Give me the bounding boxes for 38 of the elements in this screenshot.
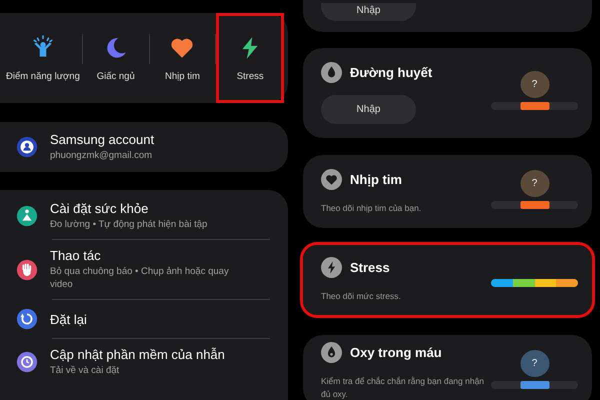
metric-title: Nhịp tim: [350, 172, 402, 187]
metric-card[interactable]: Oxy trong máu Kiểm tra để chắc chắn rằng bạn đang nhận đủ oxy. ?: [303, 335, 592, 400]
drop-icon: [321, 62, 342, 83]
enter-button[interactable]: Nhập: [321, 3, 416, 21]
setting-subtitle: Đo lường • Tự động phát hiện bài tập: [50, 219, 208, 232]
setting-title[interactable]: Cập nhật phần mềm của nhẫn: [50, 347, 225, 362]
setting-title[interactable]: Thao tác: [50, 248, 240, 264]
metric-description: Theo dõi mức stress.: [321, 290, 401, 303]
setting-title[interactable]: Đặt lại: [50, 312, 87, 327]
account-card[interactable]: Samsung account phuongzmk@gmail.com: [0, 122, 288, 172]
metric-card[interactable]: Stress Theo dõi mức stress.: [303, 245, 592, 315]
metric-description: Theo dõi nhịp tim của bạn.: [321, 202, 422, 214]
shortcut-button[interactable]: Nhịp tim: [150, 14, 216, 102]
question-badge: ?: [520, 350, 549, 376]
figure-icon: [16, 205, 38, 228]
metric-card[interactable]: Đường huyết Nhập ?: [303, 48, 592, 138]
metric-description: Kiểm tra để chắc chắn rằng bạn đang nhận đủ oxy.: [321, 375, 486, 400]
metric-title: Stress: [350, 260, 390, 276]
metric-card[interactable]: Nhịp tim Theo dõi nhịp tim của bạn. ?: [303, 155, 592, 228]
shortcut-button[interactable]: Điểm năng lượng: [4, 14, 82, 102]
shortcut-button[interactable]: Giấc ngủ: [82, 14, 149, 102]
metric-title: Oxy trong máu: [350, 345, 442, 360]
update-icon: [16, 351, 38, 374]
shortcut-button[interactable]: Stress: [216, 13, 284, 103]
drop-icon: [321, 342, 342, 364]
lightning-icon: [321, 257, 342, 278]
hand-icon: [16, 258, 38, 281]
setting-subtitle: Bỏ qua chuông báo • Chụp ảnh hoặc quay video: [50, 266, 230, 292]
question-badge: ?: [520, 170, 549, 196]
setting-title[interactable]: Cài đặt sức khỏe: [50, 201, 208, 216]
account-title: Samsung account: [50, 132, 154, 147]
metric-title: Đường huyết: [350, 65, 432, 80]
enter-button[interactable]: Nhập: [321, 95, 416, 124]
account-email: phuongzmk@gmail.com: [50, 150, 154, 162]
reset-icon: [16, 308, 38, 330]
question-badge: ?: [520, 71, 549, 98]
setting-subtitle: Tải về và cài đặt: [50, 365, 120, 378]
account-icon: [16, 136, 38, 158]
